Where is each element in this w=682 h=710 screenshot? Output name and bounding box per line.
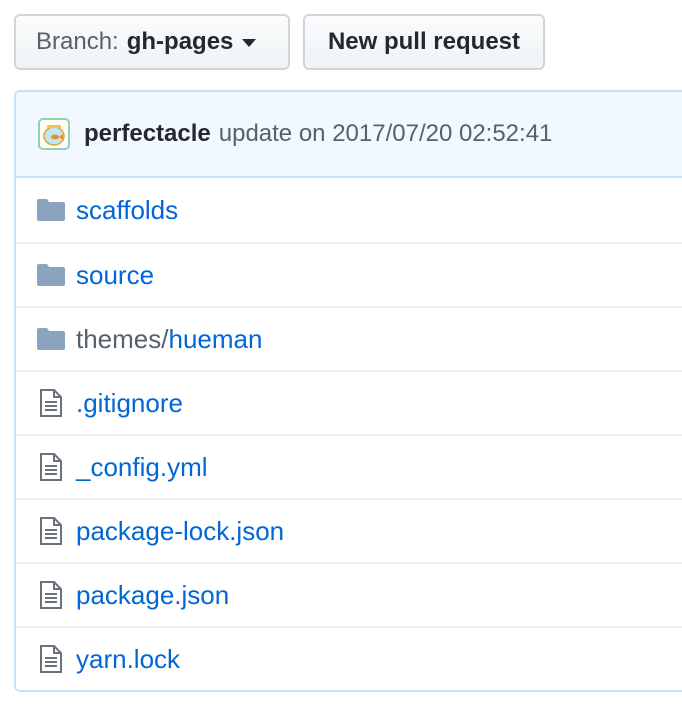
fishbowl-icon — [43, 125, 65, 146]
file-icon — [36, 580, 66, 610]
file-link[interactable]: _config.yml — [76, 452, 208, 483]
file-link[interactable]: source — [76, 260, 154, 291]
folder-icon — [36, 195, 66, 225]
file-link[interactable]: package.json — [76, 580, 229, 611]
file-link[interactable]: hueman — [169, 324, 263, 355]
file-link[interactable]: .gitignore — [76, 388, 183, 419]
new-pull-request-button[interactable]: New pull request — [303, 14, 545, 70]
list-item[interactable]: yarn.lock — [16, 626, 682, 690]
folder-icon — [36, 260, 66, 290]
list-item[interactable]: .gitignore — [16, 370, 682, 434]
list-item[interactable]: source — [16, 242, 682, 306]
file-icon — [36, 452, 66, 482]
latest-commit-bar: perfectacle update on 2017/07/20 02:52:4… — [16, 92, 682, 178]
commit-author[interactable]: perfectacle — [84, 120, 211, 148]
path-prefix: themes/ — [76, 323, 169, 354]
file-link[interactable]: yarn.lock — [76, 644, 180, 675]
file-browser: perfectacle update on 2017/07/20 02:52:4… — [14, 90, 682, 692]
list-item[interactable]: _config.yml — [16, 434, 682, 498]
list-item[interactable]: scaffolds — [16, 178, 682, 242]
avatar[interactable] — [38, 118, 70, 150]
branch-prefix-label: Branch: — [36, 28, 119, 55]
list-item[interactable]: package-lock.json — [16, 498, 682, 562]
branch-select-button[interactable]: Branch: gh-pages — [14, 14, 290, 70]
list-item[interactable]: themes/hueman — [16, 306, 682, 370]
folder-icon — [36, 324, 66, 354]
file-link[interactable]: package-lock.json — [76, 516, 284, 547]
file-list: scaffolds source themes/hueman .gitignor… — [16, 178, 682, 690]
commit-message: update on 2017/07/20 02:52:41 — [218, 120, 553, 147]
file-icon — [36, 388, 66, 418]
branch-name-label: gh-pages — [126, 28, 234, 55]
toolbar: Branch: gh-pages New pull request — [14, 14, 545, 70]
chevron-down-icon — [242, 39, 257, 47]
file-link[interactable]: scaffolds — [76, 195, 178, 226]
file-icon — [36, 516, 66, 546]
file-icon — [36, 644, 66, 674]
list-item[interactable]: package.json — [16, 562, 682, 626]
